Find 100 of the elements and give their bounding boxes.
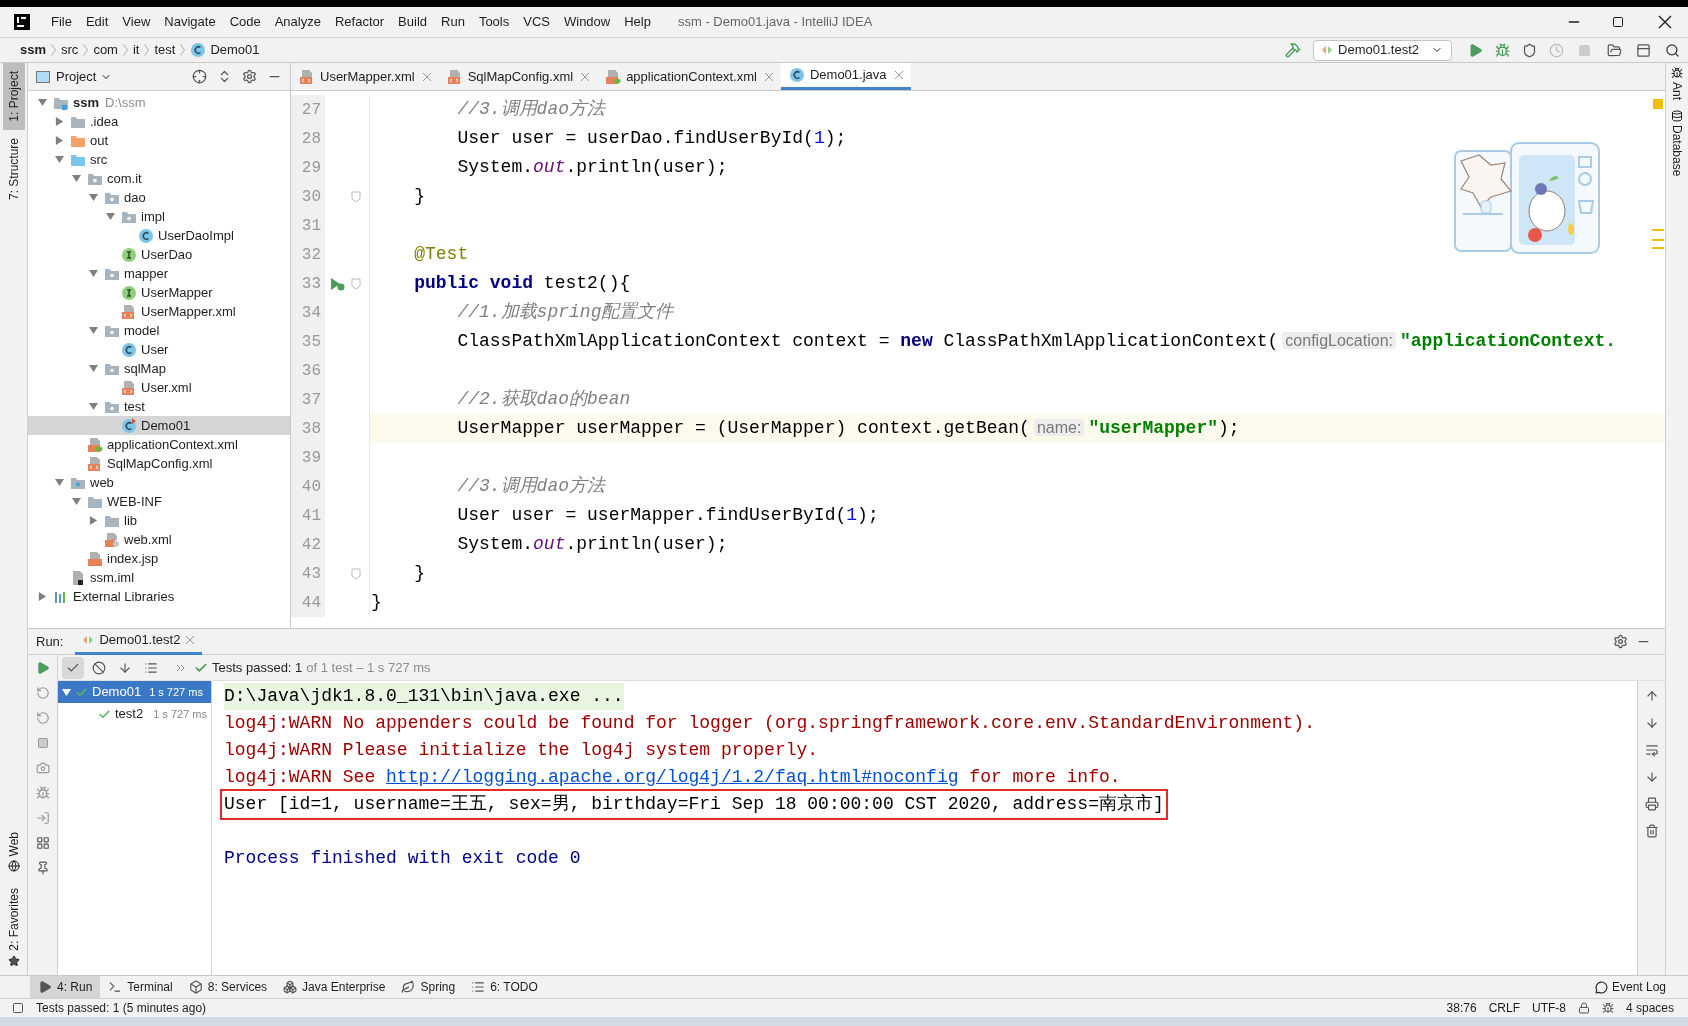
caret-position[interactable]: 38:76: [1446, 999, 1477, 1017]
tool-window-button[interactable]: 6: TODO: [463, 976, 546, 998]
tool-window-button[interactable]: Spring: [393, 976, 464, 998]
tool-window-tab[interactable]: Web: [2, 823, 25, 881]
tree-item[interactable]: UserDao: [28, 245, 290, 264]
tree-item[interactable]: model: [28, 321, 290, 340]
tree-item[interactable]: User.xml: [28, 378, 290, 397]
menu-item[interactable]: Window: [556, 12, 618, 32]
tree-item[interactable]: src: [28, 150, 290, 169]
expanded-arrow-icon[interactable]: [88, 364, 98, 373]
menu-item[interactable]: Help: [617, 12, 658, 32]
file-encoding[interactable]: UTF-8: [1531, 999, 1566, 1017]
tool-window-button[interactable]: 8: Services: [180, 976, 276, 998]
menu-item[interactable]: Code: [222, 12, 268, 32]
tool-window-button[interactable]: Terminal: [100, 976, 181, 998]
menu-item[interactable]: Run: [434, 12, 472, 32]
collapsed-arrow-icon[interactable]: [88, 516, 98, 525]
show-passed-button[interactable]: [62, 656, 84, 679]
menu-item[interactable]: VCS: [516, 12, 557, 32]
breadcrumb[interactable]: test: [154, 40, 176, 60]
indent-setting[interactable]: 4 spaces: [1625, 999, 1674, 1017]
panel-title[interactable]: Project: [56, 66, 97, 87]
menu-item[interactable]: Analyze: [267, 12, 328, 32]
tree-item[interactable]: .idea: [28, 112, 290, 131]
event-log-button[interactable]: Event Log: [1594, 978, 1666, 996]
breadcrumb[interactable]: Demo01: [210, 40, 260, 60]
tree-item[interactable]: out: [28, 131, 290, 150]
menu-item[interactable]: Navigate: [157, 12, 223, 32]
breadcrumb[interactable]: src: [61, 40, 79, 60]
leaf-icon: [401, 980, 416, 994]
editor-tab[interactable]: applicationContext.xml: [597, 63, 781, 90]
tree-item[interactable]: test: [28, 397, 290, 416]
tool-window-tab[interactable]: Database: [1668, 110, 1686, 177]
menu-item[interactable]: File: [44, 12, 79, 32]
tool-window-tab[interactable]: Ant: [1668, 67, 1686, 100]
tree-item[interactable]: SqlMapConfig.xml: [28, 454, 290, 473]
tree-row[interactable]: test2 1 s 727 ms: [58, 703, 211, 725]
tool-window-button[interactable]: 4: Run: [30, 976, 101, 998]
line-separator[interactable]: CRLF: [1488, 999, 1520, 1017]
settings-icon[interactable]: [1613, 634, 1628, 649]
menu-item[interactable]: Build: [391, 12, 434, 32]
debug-icon[interactable]: [1495, 42, 1510, 58]
tree-item[interactable]: applicationContext.xml: [28, 435, 290, 454]
fold-marker-icon[interactable]: [351, 190, 361, 203]
fold-marker-icon[interactable]: [351, 277, 361, 290]
tool-window-button[interactable]: Java Enterprise: [275, 976, 394, 998]
tree-item[interactable]: dao: [28, 188, 290, 207]
menu-item[interactable]: View: [115, 12, 158, 32]
search-icon[interactable]: [1665, 42, 1680, 58]
tree-item[interactable]: mapper: [28, 264, 290, 283]
breadcrumb[interactable]: ssm: [20, 40, 47, 60]
hammer-icon[interactable]: [1285, 42, 1302, 58]
tree-row[interactable]: Demo01 1 s 727 ms: [58, 681, 211, 703]
tree-item[interactable]: web.xml: [28, 530, 290, 549]
line-number: 39: [291, 443, 325, 472]
tree-item[interactable]: index.jsp: [28, 549, 290, 568]
panel-toggle-icon[interactable]: [12, 1002, 24, 1014]
fold-marker-icon[interactable]: [351, 567, 361, 580]
tree-item[interactable]: web: [28, 473, 290, 492]
run-tab[interactable]: Demo01.test2: [75, 628, 203, 655]
editor-tab[interactable]: SqlMapConfig.xml: [438, 63, 598, 90]
breadcrumb[interactable]: com: [93, 40, 118, 60]
tree-item[interactable]: impl: [28, 207, 290, 226]
expanded-arrow-icon[interactable]: [88, 269, 98, 278]
link[interactable]: http://logging.apache.org/log4j/1.2/faq.html#noconfig: [386, 767, 959, 787]
tree-item[interactable]: External Libraries: [28, 587, 290, 606]
tree-item[interactable]: UserMapper.xml: [28, 302, 290, 321]
settings-icon[interactable]: [242, 69, 257, 84]
run-icon[interactable]: [1468, 42, 1483, 58]
expanded-arrow-icon[interactable]: [88, 402, 98, 411]
tree-item[interactable]: ssm.iml: [28, 568, 290, 587]
maximize-icon[interactable]: [1612, 16, 1624, 28]
lock-icon[interactable]: [1577, 1002, 1590, 1014]
menu-item[interactable]: Edit: [78, 12, 116, 32]
more-icon[interactable]: [176, 663, 186, 672]
tree-item[interactable]: UserDaoImpl: [28, 226, 290, 245]
tree-item[interactable]: UserMapper: [28, 283, 290, 302]
breadcrumb[interactable]: it: [132, 40, 140, 60]
run-test-icon[interactable]: [329, 275, 345, 292]
collapsed-arrow-icon[interactable]: [37, 592, 47, 601]
tree-item[interactable]: User: [28, 340, 290, 359]
tool-window-tab[interactable]: 2: Favorites: [2, 880, 25, 975]
expanded-arrow-icon[interactable]: [62, 687, 71, 697]
tree-item[interactable]: ssm D:\ssm: [28, 93, 290, 112]
menu-item[interactable]: Tools: [471, 12, 517, 32]
tree-item[interactable]: Demo01: [28, 416, 290, 435]
close-icon[interactable]: [1658, 15, 1672, 29]
expanded-arrow-icon[interactable]: [88, 326, 98, 335]
editor-tab[interactable]: UserMapper.xml: [291, 63, 439, 90]
editor-tab[interactable]: Demo01.java: [780, 63, 911, 90]
run-config-dropdown[interactable]: Demo01.test2: [1313, 39, 1452, 61]
tree-item[interactable]: WEB-INF: [28, 492, 290, 511]
expanded-arrow-icon[interactable]: [37, 98, 47, 107]
tree-item[interactable]: lib: [28, 511, 290, 530]
locate-icon[interactable]: [192, 69, 207, 84]
tool-window-tab[interactable]: 1: Project: [2, 63, 25, 130]
tree-item[interactable]: com.it: [28, 169, 290, 188]
menu-item[interactable]: Refactor: [327, 12, 392, 32]
tool-window-tab[interactable]: 7: Structure: [2, 129, 25, 208]
tree-item[interactable]: sqlMap: [28, 359, 290, 378]
